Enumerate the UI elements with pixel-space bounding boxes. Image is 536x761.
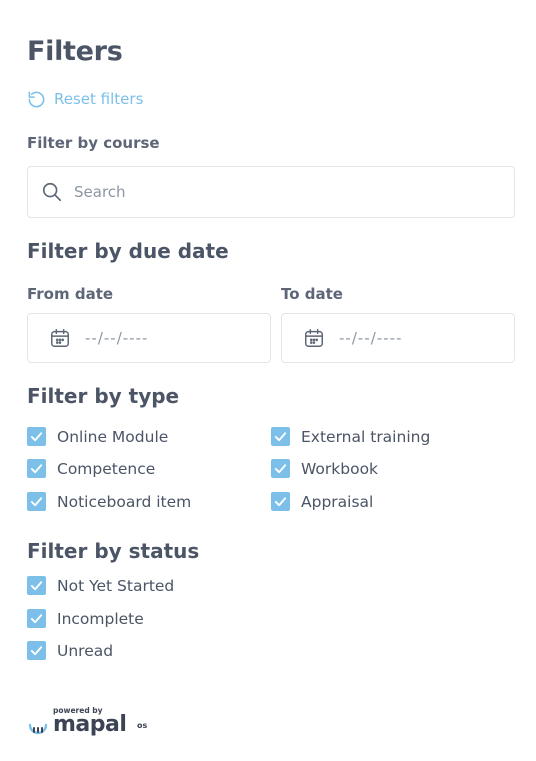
to-date-label: To date	[281, 285, 343, 303]
checkmark-icon	[274, 464, 287, 474]
brand-suffix: os	[137, 721, 148, 730]
checkbox-label: Online Module	[57, 427, 169, 446]
checkmark-icon	[30, 432, 43, 442]
course-search-input[interactable]: Search	[27, 166, 515, 218]
status-checkbox-incomplete[interactable]: Incomplete	[27, 609, 144, 628]
checkmark-icon	[30, 614, 43, 624]
due-date-section-title: Filter by due date	[27, 239, 229, 263]
checkmark-icon	[30, 497, 43, 507]
brand-name: mapal	[53, 712, 127, 737]
search-icon	[42, 182, 62, 202]
to-date-placeholder: --/--/----	[339, 329, 403, 347]
checkbox-label: External training	[301, 427, 431, 446]
checkbox-checked[interactable]	[27, 576, 46, 595]
checkbox-label: Not Yet Started	[57, 576, 175, 595]
to-date-input[interactable]: --/--/----	[281, 313, 515, 363]
checkbox-label: Noticeboard item	[57, 492, 192, 511]
from-date-label: From date	[27, 285, 114, 303]
checkmark-icon	[30, 464, 43, 474]
type-checkbox-competence[interactable]: Competence	[27, 459, 155, 478]
checkbox-label: Workbook	[301, 459, 379, 478]
from-date-placeholder: --/--/----	[85, 329, 149, 347]
checkbox-label: Unread	[57, 641, 114, 660]
status-section-title: Filter by status	[27, 539, 200, 563]
calendar-icon	[305, 329, 323, 347]
type-checkbox-workbook[interactable]: Workbook	[271, 459, 378, 478]
course-filter-label: Filter by course	[27, 134, 160, 152]
calendar-icon	[51, 329, 69, 347]
checkbox-checked[interactable]	[27, 641, 46, 660]
reset-filters-button[interactable]: Reset filters	[27, 88, 143, 110]
type-section-title: Filter by type	[27, 384, 180, 408]
mapal-os-logo: powered by mapal os	[27, 706, 157, 740]
from-date-input[interactable]: --/--/----	[27, 313, 271, 363]
search-placeholder: Search	[74, 183, 126, 201]
status-checkbox-unread[interactable]: Unread	[27, 641, 113, 660]
mapal-mark-icon	[28, 723, 48, 735]
type-checkbox-external-training[interactable]: External training	[271, 427, 430, 446]
page-title: Filters	[27, 36, 123, 67]
rotate-ccw-icon	[28, 91, 45, 107]
checkbox-checked[interactable]	[271, 459, 290, 478]
type-checkbox-online-module[interactable]: Online Module	[27, 427, 168, 446]
checkmark-icon	[274, 432, 287, 442]
type-checkbox-noticeboard-item[interactable]: Noticeboard item	[27, 492, 191, 511]
checkmark-icon	[30, 581, 43, 591]
checkbox-checked[interactable]	[27, 459, 46, 478]
checkbox-label: Appraisal	[301, 492, 374, 511]
reset-filters-label: Reset filters	[54, 90, 144, 108]
type-checkbox-appraisal[interactable]: Appraisal	[271, 492, 373, 511]
checkbox-checked[interactable]	[27, 427, 46, 446]
checkbox-checked[interactable]	[271, 492, 290, 511]
checkbox-label: Incomplete	[57, 609, 144, 628]
checkbox-label: Competence	[57, 459, 156, 478]
status-checkbox-not-yet-started[interactable]: Not Yet Started	[27, 576, 174, 595]
checkbox-checked[interactable]	[27, 609, 46, 628]
checkbox-checked[interactable]	[271, 427, 290, 446]
checkmark-icon	[30, 646, 43, 656]
checkmark-icon	[274, 497, 287, 507]
checkbox-checked[interactable]	[27, 492, 46, 511]
